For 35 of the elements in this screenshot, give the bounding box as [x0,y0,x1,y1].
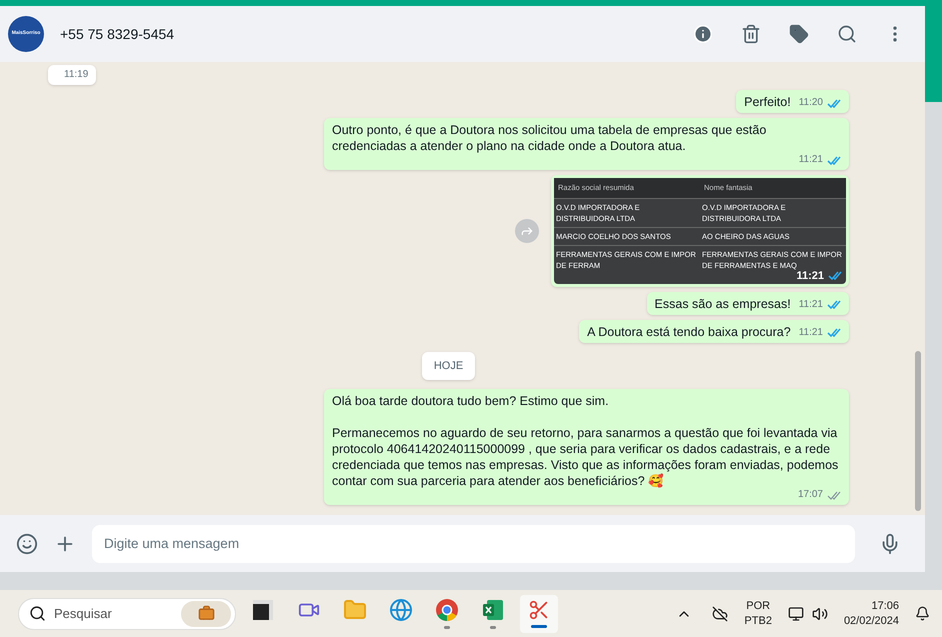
search-icon [29,605,46,622]
message-text: A Doutora está tendo baixa procura? [587,324,791,340]
search-bar[interactable]: Pesquisar [18,598,236,630]
search-input[interactable]: Pesquisar [54,604,173,624]
message-time: 11:21 [796,270,824,282]
message-time: 11:21 [798,298,823,310]
briefcase-icon [198,605,214,622]
notification-icon[interactable] [915,606,930,621]
info-icon[interactable] [693,24,713,44]
message-text: Essas são as empresas! [654,296,791,312]
volume-icon[interactable] [812,606,828,622]
message-text: Outro ponto, é que a Doutora nos solicitou uma tabela de empresas que estão credenciadas a atender o plano na cidade onde a Doutora atua. [332,122,768,154]
clock[interactable]: 17:06 02/02/2024 [844,598,899,628]
scrollbar[interactable] [915,351,921,511]
scissors-icon[interactable] [528,599,550,621]
emoji-icon[interactable] [16,532,38,554]
message-time: 11:19 [64,69,88,82]
network-icon[interactable] [788,606,804,622]
message-text: Perfeito! [744,94,791,110]
browser-icon[interactable] [435,598,459,622]
message-time: 11:21 [798,154,823,166]
spreadsheet-icon[interactable] [481,598,505,622]
contact-name[interactable]: +55 75 8329-5454 [60,24,174,44]
message-time: 11:21 [798,326,823,338]
cloud-off-icon[interactable] [712,606,728,622]
language-indicator[interactable]: POR PTB2 [744,598,772,628]
message-time: 11:20 [798,97,823,110]
message-input[interactable]: Digite uma mensagem [92,524,855,562]
message-text: Olá boa tarde doutora tudo bem? Estimo que sim. Permanecemos no aguardo de seu retorno, para sanarmos a questão que foi levantada via protocolo 40641420240115000099 , que seria para verificar os dados cadastrais, e a rede credenciada que temos nas empresas. Visto que as informações foram enviadas, podemos contar com sua parceria para atender aos beneficiários? 🥰 [332,393,840,489]
trash-icon[interactable] [741,24,761,44]
message-time: 17:07 [798,489,823,501]
image-message[interactable] [551,175,849,286]
tag-icon[interactable] [789,24,809,44]
browser-icon[interactable] [389,598,413,622]
search-icon[interactable] [837,24,857,44]
